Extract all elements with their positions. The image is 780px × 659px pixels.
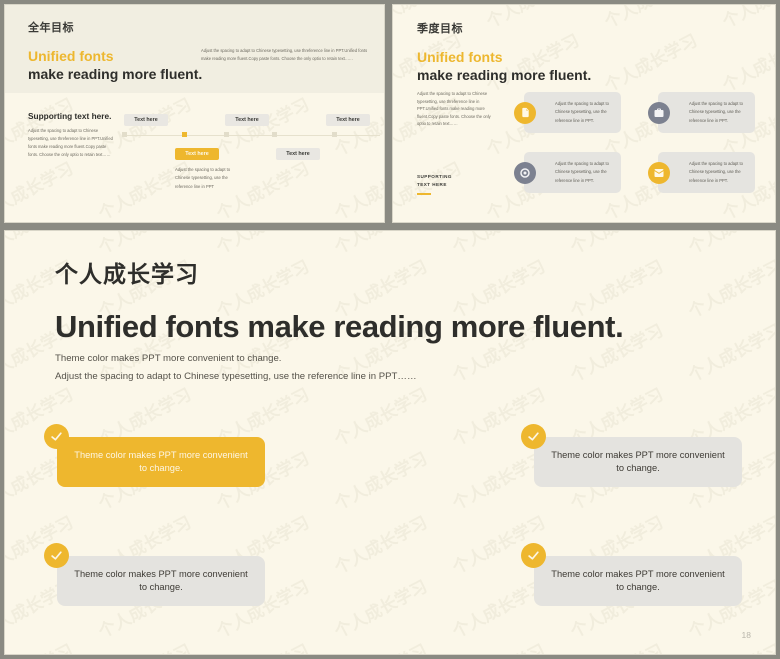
check-icon-bottom-right bbox=[521, 543, 546, 568]
feature-card-1[interactable]: Adjust the spacing to adapt to Chinese t… bbox=[514, 92, 621, 133]
timeline-marker-5[interactable] bbox=[332, 132, 337, 137]
document-icon bbox=[514, 101, 536, 124]
subtext-line-1: Theme color makes PPT more convenient to… bbox=[55, 353, 282, 364]
timeline-chip-bottom-1[interactable]: Text here bbox=[175, 148, 219, 160]
slide-top-right[interactable]: 个人成长学习 个人成长学习 个人成长学习 个人成长学习 个人成长学习 个人成长学习 个人成长… bbox=[392, 4, 776, 223]
supporting-body: Adjust the spacing to adapt to Chinese t… bbox=[28, 128, 113, 157]
supporting-title: Supporting text here. bbox=[28, 111, 112, 121]
subtext-line-2: Adjust the spacing to adapt to Chinese t… bbox=[55, 371, 417, 382]
feature-card-4[interactable]: Adjust the spacing to adapt to Chinese t… bbox=[648, 152, 755, 193]
feature-card-body: Adjust the spacing to adapt to Chinese t… bbox=[658, 152, 755, 193]
content-box-text: Theme color makes PPT more convenient to… bbox=[551, 449, 725, 473]
timeline-marker-1[interactable] bbox=[122, 132, 127, 137]
slide-cn-title: 季度目标 bbox=[417, 22, 463, 35]
supporting-label-line1: SUPPORTING bbox=[417, 174, 452, 179]
timeline-marker-4[interactable] bbox=[272, 132, 277, 137]
main-headline: Unified fonts make reading more fluent. bbox=[55, 309, 624, 344]
timeline-marker-2[interactable] bbox=[182, 132, 187, 137]
supporting-underline bbox=[417, 192, 431, 195]
feature-text: Adjust the spacing to adapt to Chinese t… bbox=[555, 161, 609, 183]
timeline-chip-top-3[interactable]: Text here bbox=[326, 114, 370, 126]
feature-card-3[interactable]: Adjust the spacing to adapt to Chinese t… bbox=[514, 152, 621, 193]
slide-headline: make reading more fluent. bbox=[28, 65, 203, 82]
slide-deck: 个人成长学习 个人成长学习 个人成长学习 个人成长学习 个人成长学习 个人成长学习 个人成长… bbox=[0, 0, 780, 659]
slide-top-left[interactable]: 个人成长学习 个人成长学习 个人成长学习 个人成长学习 个人成长学习 个人成长学习 个人成长… bbox=[4, 4, 385, 223]
briefcase-icon bbox=[648, 101, 670, 124]
page-number: 18 bbox=[741, 630, 751, 640]
timeline-note: Adjust the spacing to adapt to Chinese t… bbox=[175, 167, 231, 189]
content-box-text: Theme color makes PPT more convenient to… bbox=[551, 568, 725, 592]
slide-highlight: Unified fonts bbox=[28, 48, 114, 64]
side-note: Adjust the spacing to adapt to Chinese t… bbox=[417, 91, 491, 127]
content-box-top-right[interactable]: Theme color makes PPT more convenient to… bbox=[534, 437, 742, 487]
content-box-text: Theme color makes PPT more convenient to… bbox=[74, 568, 248, 592]
top-right-heading-group: 季度目标 Unified fonts make reading more flu… bbox=[417, 20, 591, 84]
timeline-chip-bottom-2[interactable]: Text here bbox=[276, 148, 320, 160]
check-icon-top-left bbox=[44, 424, 69, 449]
header-note: Adjust the spacing to adapt to Chinese t… bbox=[201, 48, 368, 61]
main-subtext: Theme color makes PPT more convenient to… bbox=[55, 353, 417, 389]
feature-card-2[interactable]: Adjust the spacing to adapt to Chinese t… bbox=[648, 92, 755, 133]
slide-main[interactable]: 个人成长学习 个人成长学习 个人成长学习 个人成长学习 个人成长学习 个人成长学习 个人成长… bbox=[4, 230, 776, 655]
feature-text: Adjust the spacing to adapt to Chinese t… bbox=[689, 101, 743, 123]
feature-text: Adjust the spacing to adapt to Chinese t… bbox=[555, 101, 609, 123]
feature-text: Adjust the spacing to adapt to Chinese t… bbox=[689, 161, 743, 183]
content-box-top-left[interactable]: Theme color makes PPT more convenient to… bbox=[57, 437, 265, 487]
check-icon-bottom-left bbox=[44, 543, 69, 568]
slide-highlight: Unified fonts bbox=[417, 49, 503, 65]
slide-headline: make reading more fluent. bbox=[417, 66, 592, 83]
top-left-heading-group: 全年目标 Unified fonts make reading more flu… bbox=[28, 19, 202, 83]
timeline-marker-3[interactable] bbox=[224, 132, 229, 137]
content-box-bottom-right[interactable]: Theme color makes PPT more convenient to… bbox=[534, 556, 742, 606]
feature-card-body: Adjust the spacing to adapt to Chinese t… bbox=[524, 92, 621, 133]
check-icon-top-right bbox=[521, 424, 546, 449]
target-icon bbox=[514, 161, 536, 184]
feature-card-body: Adjust the spacing to adapt to Chinese t… bbox=[658, 92, 755, 133]
slide-cn-title: 全年目标 bbox=[28, 21, 74, 34]
timeline-chip-top-1[interactable]: Text here bbox=[124, 114, 168, 126]
content-box-text: Theme color makes PPT more convenient to… bbox=[74, 449, 248, 473]
timeline-track bbox=[122, 135, 380, 136]
page-title: 个人成长学习 bbox=[55, 262, 199, 288]
supporting-text-block: Supporting text here. Adjust the spacing… bbox=[28, 111, 116, 159]
content-box-bottom-left[interactable]: Theme color makes PPT more convenient to… bbox=[57, 556, 265, 606]
mail-icon bbox=[648, 161, 670, 184]
feature-card-body: Adjust the spacing to adapt to Chinese t… bbox=[524, 152, 621, 193]
timeline-chip-top-2[interactable]: Text here bbox=[225, 114, 269, 126]
supporting-label-line2: TEXT HERE bbox=[417, 182, 447, 188]
supporting-label: SUPPORTING TEXT HERE bbox=[417, 173, 452, 195]
